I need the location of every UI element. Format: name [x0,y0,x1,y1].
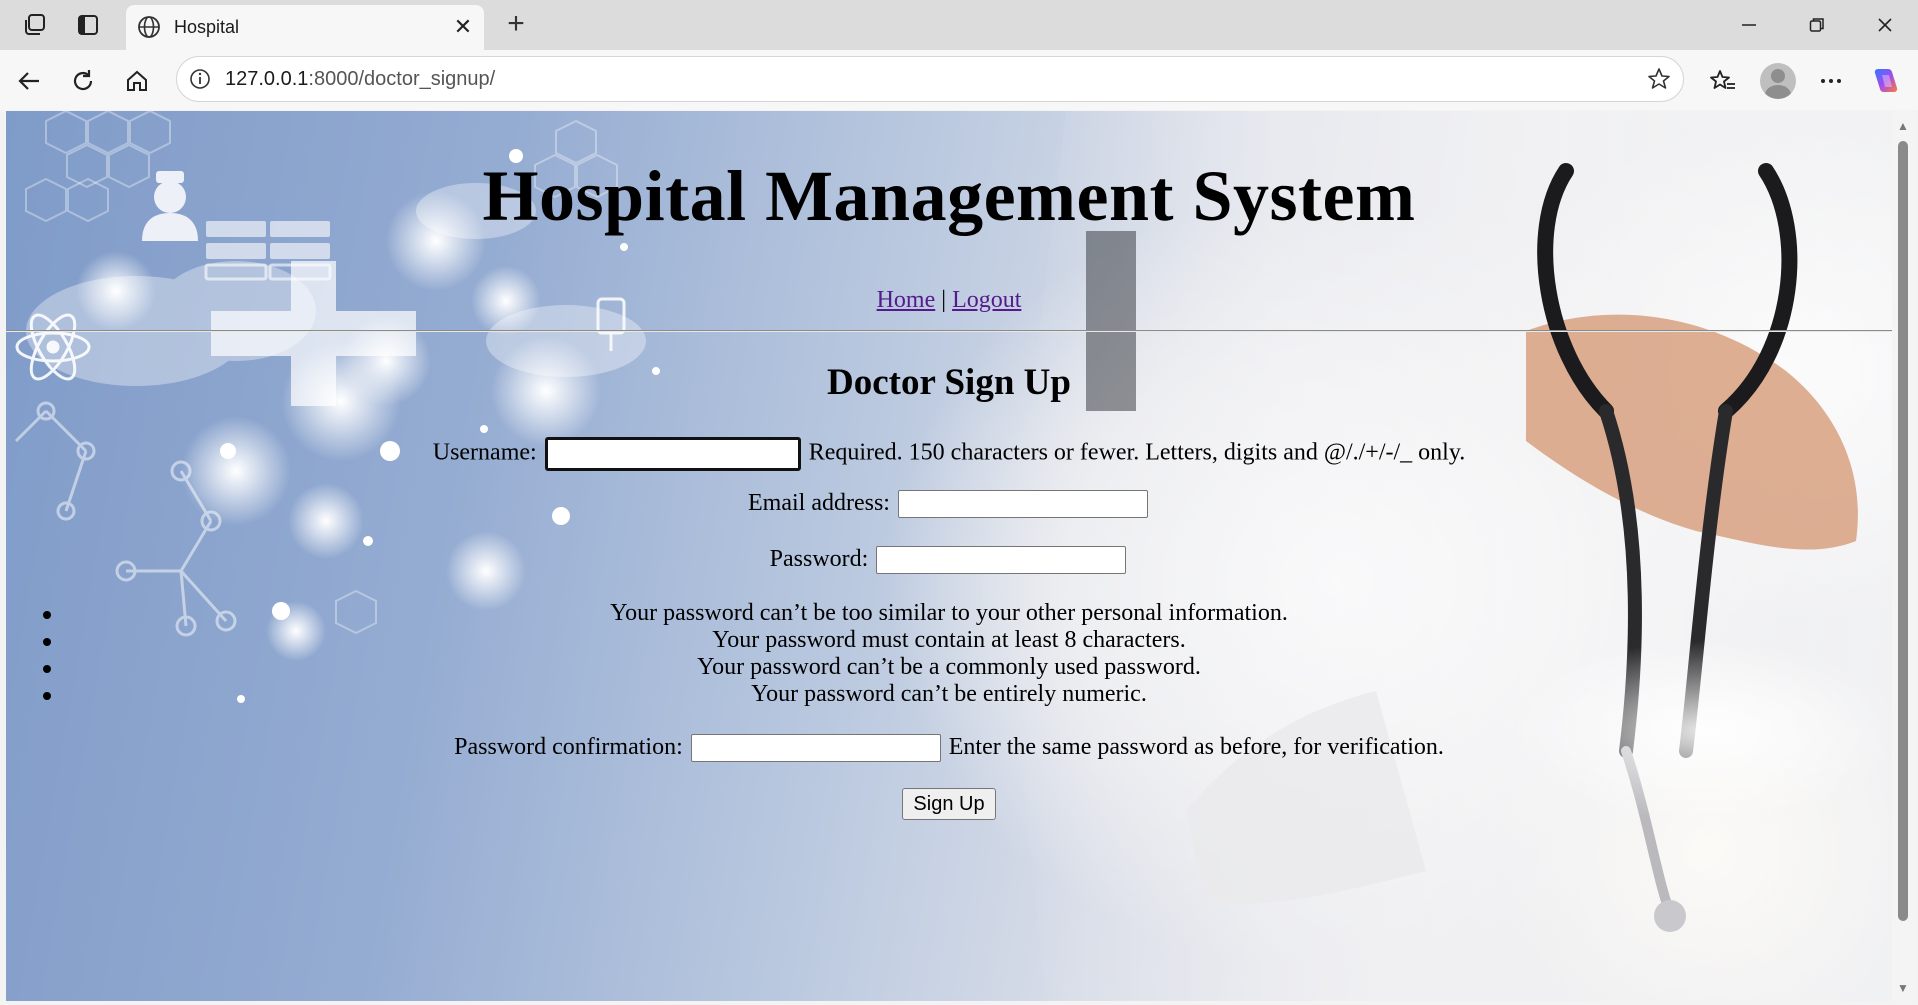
nav-logout-link[interactable]: Logout [952,287,1021,313]
page-viewport: Hospital Management System Home | Logout D… [6,111,1892,1001]
scroll-thumb[interactable] [1898,141,1908,921]
bullet-icon [43,638,51,646]
password-confirmation-row: Password confirmation: Enter the same pa… [6,734,1892,763]
sign-up-button[interactable]: Sign Up [902,788,996,820]
refresh-icon[interactable] [64,62,102,100]
list-item: Your password must contain at least 8 ch… [6,627,1892,654]
scroll-down-icon[interactable]: ▼ [1896,981,1910,995]
username-help: Required. 150 characters or fewer. Lette… [808,439,1466,466]
password-label: Password: [769,546,869,572]
password-confirmation-label: Password confirmation: [454,734,683,760]
password-help-text: Your password can’t be a commonly used p… [697,654,1201,680]
password-confirmation-field[interactable] [690,734,941,763]
email-field[interactable] [897,490,1148,519]
username-label: Username: [432,439,537,466]
scroll-up-icon[interactable]: ▲ [1896,119,1910,133]
bullet-icon [43,611,51,619]
password-help-text: Your password must contain at least 8 ch… [712,627,1186,653]
page-title: Hospital Management System [482,156,1416,236]
username-row: Username: Required. 150 characters or fe… [6,437,1892,471]
back-arrow-icon[interactable] [10,62,48,100]
browser-tab[interactable]: Hospital ✕ [126,5,484,50]
globe-icon [136,14,162,40]
close-icon[interactable]: ✕ [448,12,478,42]
tab-actions-icon[interactable] [70,8,106,42]
favorites-icon[interactable] [1704,62,1742,100]
list-item: Your password can’t be too similar to yo… [6,600,1892,627]
password-row: Password: [6,546,1892,575]
email-label: Email address: [748,490,890,516]
copilot-icon[interactable] [1866,62,1904,100]
submit-row: Sign Up [6,788,1892,820]
nav-separator: | [941,287,947,313]
password-help-text: Your password can’t be entirely numeric. [751,681,1147,707]
form-title: Doctor Sign Up [827,362,1071,403]
url-text[interactable]: 127.0.0.1:8000/doctor_signup/ [225,57,495,101]
nav-home-link[interactable]: Home [877,287,936,313]
list-item: Your password can’t be entirely numeric. [6,681,1892,708]
info-icon[interactable] [187,66,213,92]
username-field[interactable] [544,437,801,471]
home-icon[interactable] [118,62,156,100]
list-item: Your password can’t be a commonly used p… [6,654,1892,681]
url-path: :8000/doctor_signup/ [308,68,496,90]
divider [6,330,1892,332]
plus-icon[interactable]: + [498,6,534,42]
browser-toolbar: 127.0.0.1:8000/doctor_signup/ [0,50,1918,110]
bullet-icon [43,665,51,673]
email-row: Email address: [6,490,1892,519]
top-nav: Home | Logout [6,287,1892,314]
tab-bar: Hospital ✕ + [0,0,1918,50]
bullet-icon [43,692,51,700]
close-window-icon[interactable] [1850,0,1918,50]
url-host: 127.0.0.1 [225,68,309,90]
address-bar[interactable]: 127.0.0.1:8000/doctor_signup/ [176,56,1684,102]
more-icon[interactable] [1812,62,1850,100]
workspaces-icon[interactable] [17,8,53,42]
avatar[interactable] [1760,63,1796,99]
restore-icon[interactable] [1782,0,1852,50]
tab-title: Hospital [174,17,240,37]
password-help-list: Your password can’t be too similar to yo… [6,600,1892,708]
password-field[interactable] [876,546,1127,575]
password-confirmation-help: Enter the same password as before, for v… [948,734,1444,760]
star-icon[interactable] [1645,65,1673,93]
password-help-text: Your password can’t be too similar to yo… [610,600,1288,626]
scrollbar[interactable]: ▲ ▼ [1892,111,1914,1001]
minimize-icon[interactable] [1714,0,1784,50]
